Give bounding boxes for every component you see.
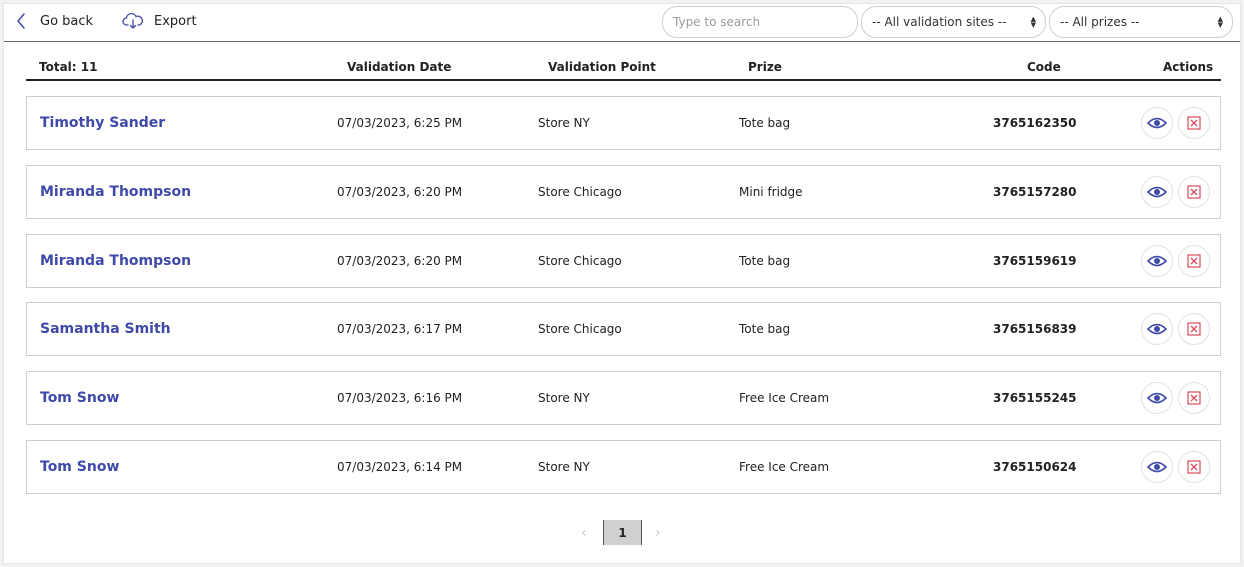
user-name-link[interactable]: Tom Snow [40, 372, 119, 424]
prize: Tote bag [739, 116, 791, 130]
column-header-actions: Actions [1163, 60, 1214, 74]
table-row: Miranda Thompson 07/03/2023, 6:20 PM Sto… [26, 165, 1221, 219]
view-button[interactable] [1141, 245, 1173, 277]
validation-point: Store Chicago [538, 322, 622, 336]
cloud-download-icon [122, 13, 143, 29]
export-button[interactable]: Export [122, 4, 197, 38]
pagination: ‹ 1 › [4, 519, 1240, 545]
close-square-icon [1187, 185, 1201, 199]
code: 3765159619 [993, 254, 1077, 268]
delete-button[interactable] [1178, 382, 1210, 414]
validation-point: Store NY [538, 116, 590, 130]
user-name-link[interactable]: Samantha Smith [40, 303, 171, 355]
validation-sites-value: -- All validation sites -- [872, 15, 1007, 29]
validation-date: 07/03/2023, 6:17 PM [337, 322, 463, 336]
chevron-left-icon[interactable]: ‹ [581, 525, 587, 541]
close-square-icon [1187, 391, 1201, 405]
prizes-value: -- All prizes -- [1060, 15, 1140, 29]
search-input[interactable] [662, 6, 858, 38]
export-label: Export [154, 13, 197, 29]
go-back-label: Go back [40, 13, 94, 29]
code: 3765155245 [993, 391, 1077, 405]
delete-button[interactable] [1178, 451, 1210, 483]
column-header-date: Validation Date [347, 60, 452, 74]
eye-icon [1147, 323, 1167, 335]
eye-icon [1147, 392, 1167, 404]
table-header: Total: 11 Validation Date Validation Poi… [26, 58, 1221, 81]
delete-button[interactable] [1178, 176, 1210, 208]
view-button[interactable] [1141, 107, 1173, 139]
user-name-link[interactable]: Miranda Thompson [40, 166, 191, 218]
column-header-point: Validation Point [548, 60, 656, 74]
prize: Tote bag [739, 322, 791, 336]
validation-point: Store NY [538, 391, 590, 405]
prizes-select[interactable]: -- All prizes -- ▲ ▼ [1049, 6, 1233, 38]
validation-date: 07/03/2023, 6:16 PM [337, 391, 463, 405]
code: 3765162350 [993, 116, 1077, 130]
delete-button[interactable] [1178, 313, 1210, 345]
user-name-link[interactable]: Tom Snow [40, 441, 119, 493]
select-arrows-icon: ▲ ▼ [1030, 15, 1036, 29]
delete-button[interactable] [1178, 107, 1210, 139]
prize: Tote bag [739, 254, 791, 268]
close-square-icon [1187, 116, 1201, 130]
validation-date: 07/03/2023, 6:14 PM [337, 460, 463, 474]
code: 3765150624 [993, 460, 1077, 474]
table-row: Timothy Sander 07/03/2023, 6:25 PM Store… [26, 96, 1221, 150]
toolbar: Go back Export -- All validation sites -… [4, 4, 1240, 42]
user-name-link[interactable]: Timothy Sander [40, 97, 165, 149]
code: 3765156839 [993, 322, 1077, 336]
user-name-link[interactable]: Miranda Thompson [40, 235, 191, 287]
table-row: Miranda Thompson 07/03/2023, 6:20 PM Sto… [26, 234, 1221, 288]
view-button[interactable] [1141, 176, 1173, 208]
table-row: Tom Snow 07/03/2023, 6:14 PM Store NY Fr… [26, 440, 1221, 494]
delete-button[interactable] [1178, 245, 1210, 277]
validation-sites-select[interactable]: -- All validation sites -- ▲ ▼ [861, 6, 1046, 38]
view-button[interactable] [1141, 451, 1173, 483]
column-header-code: Code [1027, 60, 1061, 74]
chevron-left-icon [17, 13, 25, 29]
view-button[interactable] [1141, 313, 1173, 345]
total-count: Total: 11 [39, 60, 98, 74]
eye-icon [1147, 117, 1167, 129]
page-1-button[interactable]: 1 [603, 520, 642, 545]
main-panel: Go back Export -- All validation sites -… [3, 3, 1241, 564]
code: 3765157280 [993, 185, 1077, 199]
prize: Mini fridge [739, 185, 803, 199]
validation-point: Store Chicago [538, 185, 622, 199]
validation-point: Store NY [538, 460, 590, 474]
eye-icon [1147, 186, 1167, 198]
view-button[interactable] [1141, 382, 1173, 414]
close-square-icon [1187, 322, 1201, 336]
close-square-icon [1187, 254, 1201, 268]
chevron-right-icon[interactable]: › [655, 525, 661, 541]
validation-point: Store Chicago [538, 254, 622, 268]
close-square-icon [1187, 460, 1201, 474]
table-row: Tom Snow 07/03/2023, 6:16 PM Store NY Fr… [26, 371, 1221, 425]
validation-date: 07/03/2023, 6:20 PM [337, 185, 463, 199]
validation-date: 07/03/2023, 6:20 PM [337, 254, 463, 268]
select-arrows-icon: ▲ ▼ [1217, 15, 1223, 29]
table-row: Samantha Smith 07/03/2023, 6:17 PM Store… [26, 302, 1221, 356]
eye-icon [1147, 461, 1167, 473]
prize: Free Ice Cream [739, 460, 830, 474]
go-back-button[interactable]: Go back [16, 4, 93, 38]
validation-date: 07/03/2023, 6:25 PM [337, 116, 463, 130]
prize: Free Ice Cream [739, 391, 830, 405]
column-header-prize: Prize [748, 60, 782, 74]
eye-icon [1147, 255, 1167, 267]
